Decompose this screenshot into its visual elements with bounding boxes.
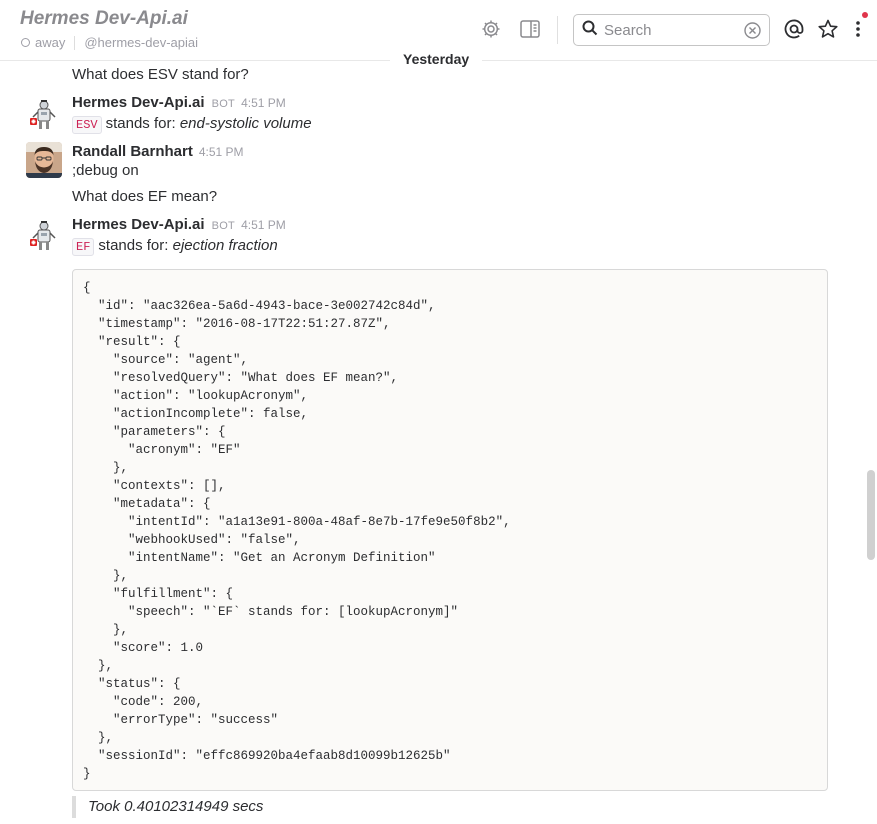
inline-code: EF xyxy=(72,238,95,256)
message-header: Randall Barnhart 4:51 PM xyxy=(72,143,244,160)
sender-name[interactable]: Hermes Dev-Api.ai xyxy=(72,216,205,233)
user-avatar[interactable] xyxy=(26,142,62,178)
scrollbar-thumb[interactable] xyxy=(867,470,875,560)
channel-title[interactable]: Hermes Dev-Api.ai xyxy=(20,8,188,30)
debug-code-block: { "id": "aac326ea-5a6d-4943-bace-3e00274… xyxy=(72,269,828,791)
bot-badge: BOT xyxy=(211,98,236,110)
clear-search-icon[interactable] xyxy=(744,21,761,39)
message-header: Hermes Dev-Api.ai BOT 4:51 PM xyxy=(72,94,286,111)
sidebar-toggle-icon[interactable] xyxy=(518,17,542,41)
more-icon[interactable] xyxy=(846,17,870,41)
star-icon[interactable] xyxy=(816,17,840,41)
day-divider: Yesterday xyxy=(390,49,483,69)
sender-name[interactable]: Hermes Dev-Api.ai xyxy=(72,94,205,111)
notification-dot xyxy=(862,12,868,18)
mentions-icon[interactable] xyxy=(782,17,806,41)
bot-badge: BOT xyxy=(211,220,236,232)
header-divider xyxy=(557,16,558,44)
timestamp[interactable]: 4:51 PM xyxy=(241,96,286,110)
inline-code: ESV xyxy=(72,116,102,134)
presence-divider xyxy=(74,35,76,50)
sender-name[interactable]: Randall Barnhart xyxy=(72,143,193,160)
timing-quote: Took 0.40102314949 secs xyxy=(72,796,263,818)
message-text: What does EF mean? xyxy=(72,188,218,205)
message-value: end-systolic volume xyxy=(179,115,312,132)
gear-icon[interactable] xyxy=(479,17,503,41)
message-text: ESV stands for: end-systolic volume xyxy=(72,115,312,134)
search-input[interactable] xyxy=(604,21,734,39)
message-text: EF stands for: ejection fraction xyxy=(72,237,278,256)
message-prefix: stands for: xyxy=(105,115,176,132)
message-text: What does ESV stand for? xyxy=(72,66,249,83)
bot-avatar[interactable] xyxy=(26,218,62,254)
message-prefix: stands for: xyxy=(98,237,169,254)
message-value: ejection fraction xyxy=(172,237,278,254)
message-text: ;debug on xyxy=(72,162,139,179)
search-box[interactable] xyxy=(573,14,770,46)
timestamp[interactable]: 4:51 PM xyxy=(199,145,244,159)
presence-status: away @hermes-dev-apiai xyxy=(21,35,198,50)
presence-label: away xyxy=(35,35,66,50)
bot-avatar[interactable] xyxy=(26,97,62,133)
debug-json: { "id": "aac326ea-5a6d-4943-bace-3e00274… xyxy=(83,281,511,781)
timestamp[interactable]: 4:51 PM xyxy=(241,218,286,232)
presence-icon xyxy=(21,38,30,47)
user-handle: @hermes-dev-apiai xyxy=(84,35,198,50)
search-icon xyxy=(582,20,598,41)
message-header: Hermes Dev-Api.ai BOT 4:51 PM xyxy=(72,216,286,233)
